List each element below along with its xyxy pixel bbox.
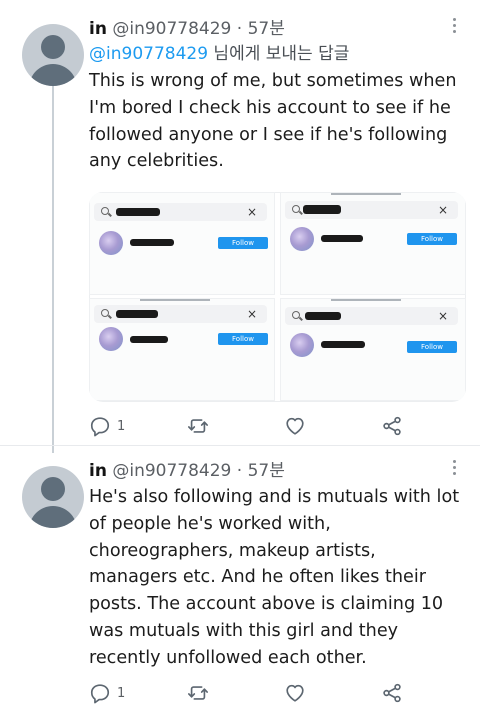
tweet-header: in @in90778429 · 57분 [89, 460, 464, 482]
redacted-username [321, 235, 363, 242]
author-handle[interactable]: @in90778429 [112, 19, 231, 39]
search-icon [292, 311, 300, 319]
share-button[interactable] [381, 681, 403, 705]
more-vertical-icon[interactable] [452, 18, 458, 36]
close-icon: × [246, 205, 257, 219]
search-bar: × [94, 203, 267, 221]
avatar-body [29, 64, 77, 86]
tweet[interactable]: in @in90778429 · 57분 @in90778429 님에게 보내는… [89, 18, 464, 175]
share-icon [383, 416, 401, 436]
profile-picture [99, 231, 123, 255]
tweet-avatar[interactable] [22, 24, 84, 86]
search-bar: × [94, 305, 267, 323]
tweet[interactable]: in @in90778429 · 57분 He's also following… [89, 460, 464, 672]
media-image[interactable]: × Follow [89, 192, 275, 295]
tweet-text: He's also following and is mutuals with … [89, 487, 460, 668]
thread-connector-line [52, 86, 54, 453]
retweet-icon [188, 686, 208, 700]
like-button[interactable] [284, 414, 306, 438]
search-bar: × [285, 307, 458, 325]
redacted-username [130, 336, 168, 343]
profile-picture [290, 333, 314, 357]
share-button[interactable] [381, 414, 403, 438]
sheet-handle [331, 299, 401, 301]
media-image[interactable]: × Follow [280, 298, 466, 401]
close-icon: × [437, 309, 448, 323]
reply-icon [90, 684, 110, 704]
profile-picture [99, 327, 123, 351]
reply-button[interactable]: 1 [89, 681, 125, 705]
search-bar: × [285, 201, 458, 219]
reply-mention[interactable]: @in90778429 [89, 44, 208, 64]
reply-count: 1 [117, 418, 126, 434]
author-name[interactable]: in [89, 461, 107, 481]
media-image[interactable]: × Follow [280, 192, 466, 295]
search-icon [292, 205, 300, 213]
reply-icon [90, 417, 110, 437]
redacted-query [303, 205, 341, 214]
tweet-avatar[interactable] [22, 466, 84, 528]
follow-button: Follow [407, 341, 457, 353]
search-icon [101, 207, 109, 215]
sheet-handle [331, 193, 401, 195]
heart-icon [286, 417, 304, 435]
tweet-actions: 1 [89, 681, 429, 705]
search-icon [101, 309, 109, 317]
tweet-time[interactable]: 57분 [248, 461, 285, 481]
share-icon [383, 683, 401, 703]
separator-dot: · [236, 19, 243, 39]
follow-button: Follow [218, 333, 268, 345]
profile-picture [290, 227, 314, 251]
avatar-head [41, 35, 65, 59]
tweet-media-grid[interactable]: × Follow × Follow × Follow × Follow [89, 192, 466, 402]
sheet-handle [140, 299, 210, 301]
avatar-body [29, 506, 77, 528]
tweet-time[interactable]: 57분 [248, 19, 285, 39]
retweet-icon [188, 419, 208, 433]
redacted-username [130, 239, 174, 246]
follow-button: Follow [218, 237, 268, 249]
heart-icon [286, 684, 304, 702]
redacted-query [305, 312, 341, 320]
close-icon: × [246, 307, 257, 321]
tweet-text: This is wrong of me, but sometimes when … [89, 71, 457, 172]
redacted-username [321, 341, 365, 348]
redacted-query [116, 208, 160, 216]
avatar-head [41, 477, 65, 501]
more-vertical-icon[interactable] [452, 460, 458, 478]
tweet-header: in @in90778429 · 57분 [89, 18, 464, 40]
retweet-button[interactable] [187, 681, 209, 705]
tweet-actions: 1 [89, 414, 429, 438]
reply-button[interactable]: 1 [89, 414, 125, 438]
author-handle[interactable]: @in90778429 [112, 461, 231, 481]
tweet-divider [0, 445, 480, 446]
author-name[interactable]: in [89, 19, 107, 39]
reply-count: 1 [117, 685, 126, 701]
retweet-button[interactable] [187, 414, 209, 438]
reply-context: @in90778429 님에게 보내는 답글 [89, 42, 464, 66]
separator-dot: · [236, 461, 243, 481]
follow-button: Follow [407, 233, 457, 245]
like-button[interactable] [284, 681, 306, 705]
reply-suffix: 님에게 보내는 답글 [208, 44, 350, 64]
close-icon: × [437, 203, 448, 217]
media-image[interactable]: × Follow [89, 298, 275, 401]
redacted-query [116, 310, 158, 318]
